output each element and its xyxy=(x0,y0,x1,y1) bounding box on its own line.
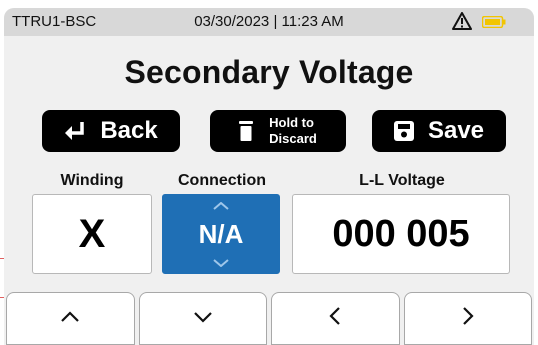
voltage-label: L-L Voltage xyxy=(359,172,445,189)
down-chevron-icon xyxy=(193,310,213,328)
save-label: Save xyxy=(427,117,485,144)
back-button[interactable]: Back xyxy=(42,110,180,152)
right-chevron-icon xyxy=(462,306,474,331)
discard-button[interactable]: Hold to Discard xyxy=(210,110,346,152)
discard-label-line2: Discard xyxy=(269,131,317,146)
nav-left-button[interactable] xyxy=(271,292,400,345)
winding-field[interactable]: X xyxy=(32,194,152,274)
device-screen: TTRU1-BSC 03/30/2023 | 11:23 AM Secondar… xyxy=(4,8,534,345)
left-chevron-icon xyxy=(329,306,341,331)
floppy-disk-icon xyxy=(393,121,414,141)
save-button[interactable]: Save xyxy=(372,110,506,152)
winding-label: Winding xyxy=(60,172,124,189)
connection-value: N/A xyxy=(198,218,244,249)
chevron-up-icon xyxy=(213,201,229,211)
nav-down-button[interactable] xyxy=(138,292,267,345)
nav-up-button[interactable] xyxy=(6,292,135,345)
back-label: Back xyxy=(100,117,158,144)
voltage-value: 000 005 xyxy=(332,212,470,255)
battery-icon xyxy=(481,15,506,29)
connection-label: Connection xyxy=(178,172,266,189)
discard-label: Hold to Discard xyxy=(269,115,317,147)
page-title: Secondary Voltage xyxy=(124,54,414,90)
connection-field[interactable]: N/A xyxy=(162,194,280,274)
trash-icon xyxy=(239,120,254,142)
winding-value: X xyxy=(78,211,106,256)
voltage-field[interactable]: 000 005 xyxy=(292,194,510,274)
nav-right-button[interactable] xyxy=(403,292,532,345)
navigation-bar xyxy=(4,292,534,345)
discard-label-line1: Hold to xyxy=(269,115,314,130)
warning-triangle-icon xyxy=(452,12,472,30)
enter-arrow-icon xyxy=(64,121,86,141)
chevron-down-icon xyxy=(213,258,229,268)
status-bar: TTRU1-BSC 03/30/2023 | 11:23 AM xyxy=(4,8,534,36)
up-chevron-icon xyxy=(60,310,80,328)
